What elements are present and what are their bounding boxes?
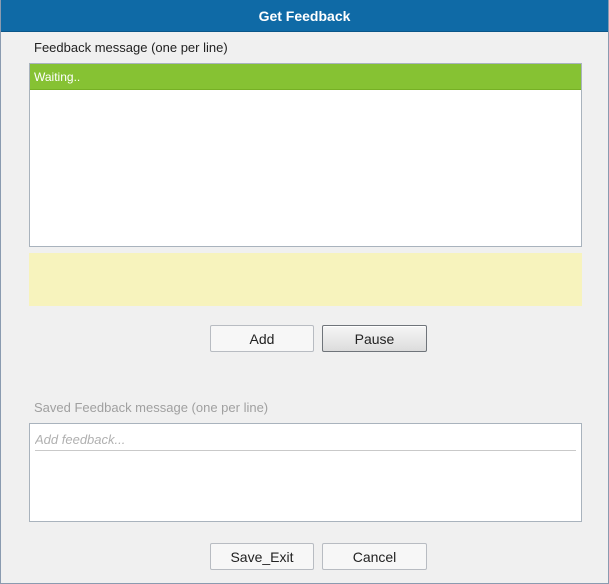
- get-feedback-dialog: Get Feedback Feedback message (one per l…: [0, 0, 609, 584]
- save-exit-button[interactable]: Save_Exit: [210, 543, 314, 570]
- feedback-message-list[interactable]: Waiting..: [29, 63, 582, 247]
- feedback-message-label: Feedback message (one per line): [34, 40, 228, 55]
- list-item[interactable]: Waiting..: [30, 64, 581, 90]
- dialog-title-bar: Get Feedback: [1, 0, 608, 32]
- status-notice-area: [29, 253, 582, 306]
- pause-button[interactable]: Pause: [322, 325, 427, 352]
- add-feedback-input[interactable]: [35, 429, 576, 451]
- add-button[interactable]: Add: [210, 325, 314, 352]
- saved-feedback-box[interactable]: [29, 423, 582, 522]
- saved-feedback-label: Saved Feedback message (one per line): [34, 400, 269, 415]
- dialog-title: Get Feedback: [258, 7, 351, 24]
- cancel-button[interactable]: Cancel: [322, 543, 427, 570]
